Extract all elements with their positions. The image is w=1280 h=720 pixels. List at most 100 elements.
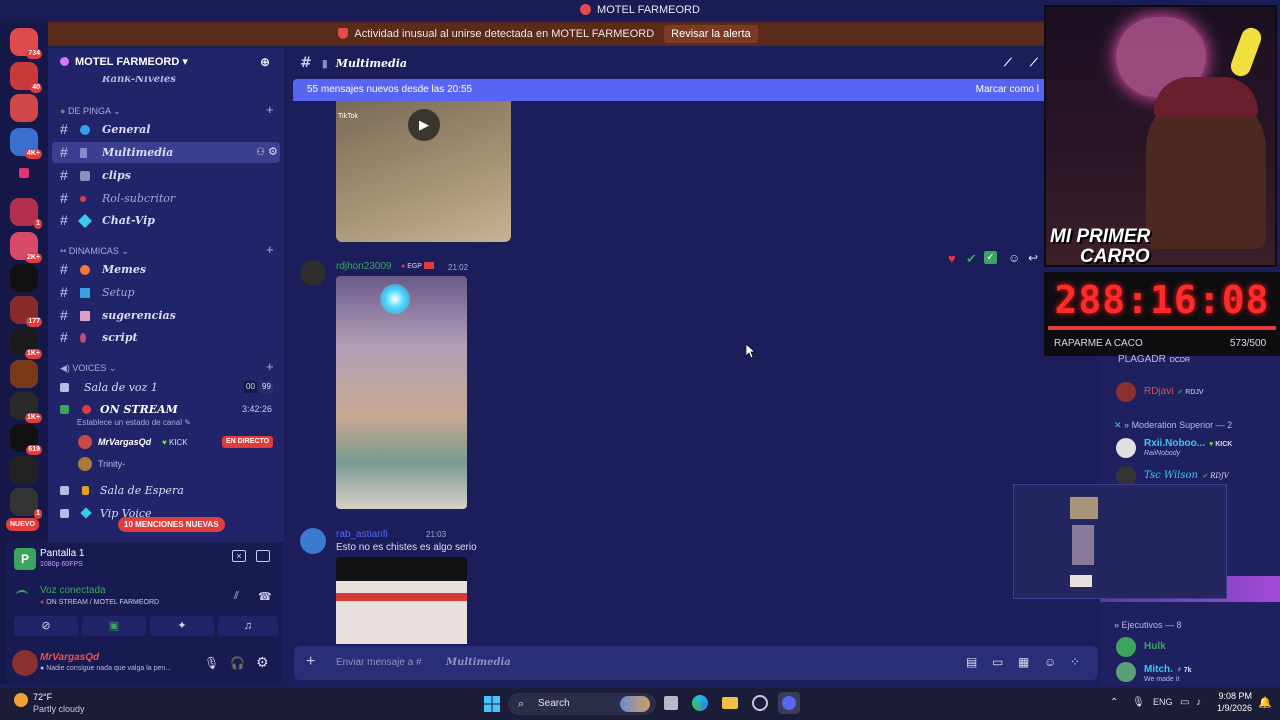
- add-channel-icon[interactable]: +: [266, 359, 274, 374]
- network-icon[interactable]: ▭: [1180, 697, 1189, 708]
- server-icon[interactable]: 619: [10, 424, 42, 455]
- server-icon[interactable]: 734: [10, 28, 42, 59]
- add-attachment-icon[interactable]: +: [306, 653, 315, 671]
- channel-chat-vip[interactable]: # Chat-Vip: [52, 210, 280, 231]
- new-messages-bar[interactable]: 55 mensajes nuevos desde las 20:55 Marca…: [293, 79, 1047, 101]
- add-reaction-icon[interactable]: ☺: [1008, 251, 1020, 265]
- server-icon[interactable]: [10, 94, 38, 122]
- apps-icon[interactable]: ⁘: [1070, 655, 1080, 669]
- avatar[interactable]: [1116, 637, 1136, 657]
- server-icon[interactable]: 1: [10, 488, 42, 519]
- microphone-icon[interactable]: 🎙: [204, 656, 219, 670]
- language-indicator[interactable]: ENG: [1153, 697, 1173, 707]
- app-icon[interactable]: [752, 695, 768, 711]
- guild-header[interactable]: MOTEL FARMEORD ▾ ⊕: [48, 48, 284, 76]
- add-channel-icon[interactable]: +: [266, 242, 274, 257]
- mark-as-read-button[interactable]: Marcar como l: [976, 79, 1039, 101]
- camera-off-button[interactable]: ⊘: [14, 616, 78, 636]
- avatar[interactable]: [300, 528, 326, 554]
- gif-icon[interactable]: ▭: [992, 655, 1003, 669]
- voice-on-stream[interactable]: ON STREAM 3:42:26: [52, 399, 280, 420]
- channel-rol-subcritor[interactable]: # Rol-subcritor: [52, 188, 280, 209]
- taskbar-search[interactable]: ⌕ Search: [508, 693, 656, 715]
- server-icon[interactable]: 4K+: [10, 128, 42, 159]
- gear-icon[interactable]: ⚙: [268, 142, 278, 163]
- task-view-icon[interactable]: [664, 696, 678, 710]
- stream-settings-icon[interactable]: [256, 550, 270, 562]
- weather-icon[interactable]: [14, 693, 28, 707]
- voice-signal-icon[interactable]: [16, 590, 28, 600]
- play-icon[interactable]: ▶: [408, 109, 440, 141]
- message-author[interactable]: rab_astianfi: [336, 529, 388, 540]
- avatar[interactable]: [300, 260, 326, 286]
- add-member-icon[interactable]: ⚇: [256, 142, 265, 163]
- user-name[interactable]: MrVargasQd: [40, 652, 99, 663]
- stream-preview-pip[interactable]: [1013, 484, 1227, 599]
- channel-memes[interactable]: # Memes: [52, 259, 280, 280]
- voice-user-name[interactable]: Trinity-: [98, 459, 125, 469]
- member-partial[interactable]: PLAGADR DCDR: [1118, 354, 1190, 365]
- server-icon[interactable]: 1K+: [10, 328, 42, 359]
- server-icon[interactable]: 1: [10, 198, 42, 229]
- checkbox-reaction-icon[interactable]: ✓: [984, 251, 997, 264]
- server-icon[interactable]: [19, 168, 29, 178]
- heart-reaction-icon[interactable]: ♥: [948, 251, 956, 266]
- server-icon[interactable]: 40: [10, 62, 42, 93]
- chevron-up-icon[interactable]: ⌃: [1110, 697, 1118, 708]
- reply-icon[interactable]: ↩: [1028, 251, 1038, 265]
- voice-sala-1[interactable]: Sala de voz 1 00 99: [52, 377, 280, 398]
- server-icon[interactable]: 1K+: [10, 392, 42, 423]
- channel-status-hint[interactable]: Establece un estado de canal ✎: [77, 418, 191, 427]
- clock-date[interactable]: 1/9/2026: [1214, 703, 1252, 713]
- category-de-pinga[interactable]: ● DE PINGA ⌄: [60, 106, 121, 117]
- member-rxii[interactable]: Rxii.Noboo... ♥ KICK: [1144, 438, 1232, 449]
- review-alert-button[interactable]: Revisar la alerta: [664, 25, 758, 43]
- activities-button[interactable]: ✦: [150, 616, 214, 636]
- stop-stream-icon[interactable]: ×: [232, 550, 246, 562]
- noise-suppression-icon[interactable]: ⫽: [234, 590, 239, 603]
- volume-icon[interactable]: ♪: [1196, 697, 1201, 708]
- new-mentions-pill[interactable]: 10 MENCIONES NUEVAS: [118, 517, 225, 532]
- server-icon[interactable]: [10, 456, 38, 484]
- server-icon[interactable]: [10, 264, 38, 292]
- member-mitch[interactable]: Mitch. ⚡ 7k: [1144, 664, 1192, 675]
- avatar[interactable]: [1116, 466, 1136, 486]
- gift-icon[interactable]: ▤: [966, 655, 977, 669]
- video-attachment[interactable]: TikTok ▶: [336, 101, 511, 242]
- check-reaction-icon[interactable]: ✔: [966, 251, 977, 267]
- server-icon[interactable]: 177: [10, 296, 42, 327]
- server-icon[interactable]: [10, 360, 38, 388]
- weather-temp[interactable]: 72°F: [33, 692, 52, 702]
- member-rdjavi[interactable]: RDjavi ✔ RDJV: [1144, 386, 1204, 397]
- windows-start-icon[interactable]: [484, 696, 500, 712]
- voice-user-name[interactable]: MrVargasQd: [98, 437, 151, 447]
- invite-people-icon[interactable]: ⊕: [260, 48, 270, 76]
- headphones-icon[interactable]: 🎧: [230, 656, 245, 670]
- channel-multimedia[interactable]: # Multimedia ⚇ ⚙: [52, 142, 280, 163]
- message-composer[interactable]: + Enviar mensaje a # Multimedia ▤ ▭ ▦ ☺ …: [294, 646, 1098, 680]
- edge-icon[interactable]: [692, 695, 708, 711]
- gear-icon[interactable]: ⚙: [256, 654, 269, 671]
- weather-desc[interactable]: Partly cloudy: [33, 704, 85, 714]
- threads-icon[interactable]: ⟋: [1004, 50, 1012, 76]
- channel-script[interactable]: # script: [52, 327, 280, 348]
- video-attachment[interactable]: [336, 557, 467, 644]
- message-author[interactable]: rdjhon23009: [336, 261, 392, 272]
- channel-general[interactable]: # General: [52, 119, 280, 140]
- avatar[interactable]: [1116, 662, 1136, 682]
- category-dinamicas[interactable]: •• DINAMICAS ⌄: [60, 246, 129, 257]
- channel-clips[interactable]: # clips: [52, 165, 280, 186]
- file-explorer-icon[interactable]: [722, 697, 738, 709]
- voice-connected-channel[interactable]: ● ON STREAM / MOTEL FARMEORD: [40, 599, 159, 606]
- avatar[interactable]: [1116, 382, 1136, 402]
- mute-icon[interactable]: ⟋: [1030, 50, 1038, 76]
- notifications-icon[interactable]: 🔔: [1258, 696, 1272, 709]
- add-channel-icon[interactable]: +: [266, 102, 274, 117]
- category-voices[interactable]: ◀) VOICES ⌄: [60, 363, 116, 374]
- user-custom-status[interactable]: ● Nadie consigue nada que valga la pen..…: [40, 665, 171, 672]
- voice-connected-title[interactable]: Voz conectada: [40, 585, 106, 596]
- sticker-icon[interactable]: ▦: [1018, 655, 1029, 669]
- soundboard-button[interactable]: ♫: [218, 616, 278, 636]
- channel-sugerencias[interactable]: # sugerencias: [52, 305, 280, 326]
- voice-sala-espera[interactable]: Sala de Espera: [52, 480, 280, 501]
